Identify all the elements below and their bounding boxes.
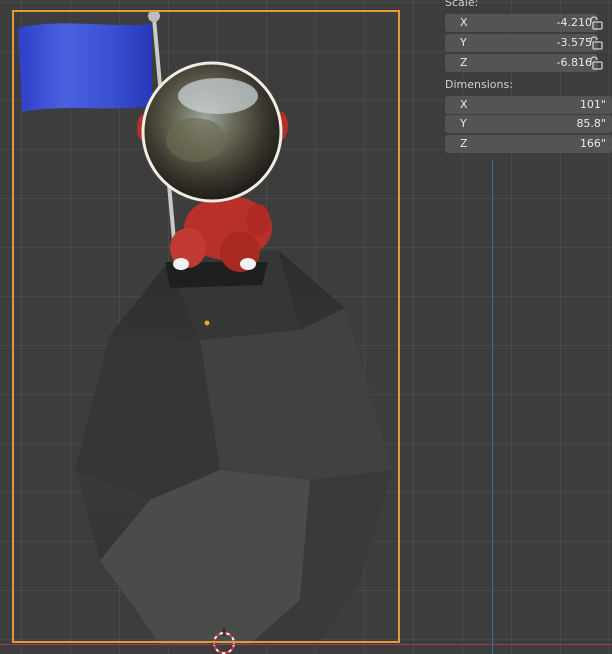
- unlock-icon[interactable]: [588, 56, 604, 70]
- axis-label: X: [460, 16, 468, 29]
- transform-panel: Scale: X -4.210 Y -3.575 Z -6.816 Dimens…: [440, 0, 612, 160]
- scale-y-field[interactable]: Y -3.575: [445, 34, 598, 52]
- axis-label: Z: [460, 56, 468, 69]
- field-value: -4.210: [556, 16, 592, 29]
- unlock-icon[interactable]: [588, 16, 604, 30]
- field-value: 101": [579, 98, 606, 111]
- scale-label: Scale:: [445, 0, 479, 9]
- scale-z-field[interactable]: Z -6.816: [445, 54, 598, 72]
- dimensions-z-field[interactable]: Z 166": [445, 135, 612, 153]
- y-axis-line: [492, 160, 493, 654]
- unlock-icon[interactable]: [588, 36, 604, 50]
- scale-x-field[interactable]: X -4.210: [445, 14, 598, 32]
- axis-label: Y: [460, 117, 467, 130]
- dimensions-label: Dimensions:: [445, 78, 513, 91]
- axis-label: X: [460, 98, 468, 111]
- 3d-viewport[interactable]: Scale: X -4.210 Y -3.575 Z -6.816 Dimens…: [0, 0, 612, 654]
- dimensions-x-field[interactable]: X 101": [445, 96, 612, 114]
- field-value: -6.816: [556, 56, 592, 69]
- x-axis-line: [0, 644, 612, 645]
- field-value: -3.575: [556, 36, 592, 49]
- axis-label: Z: [460, 137, 468, 150]
- dimensions-y-field[interactable]: Y 85.8": [445, 115, 612, 133]
- selection-frame: [12, 10, 400, 643]
- axis-label: Y: [460, 36, 467, 49]
- field-value: 85.8": [576, 117, 606, 130]
- field-value: 166": [579, 137, 606, 150]
